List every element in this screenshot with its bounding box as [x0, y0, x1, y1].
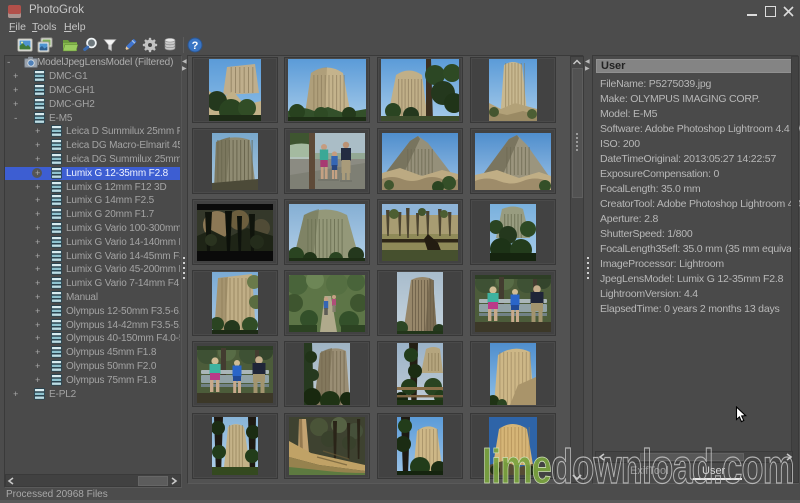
svg-text:?: ? [192, 40, 199, 52]
